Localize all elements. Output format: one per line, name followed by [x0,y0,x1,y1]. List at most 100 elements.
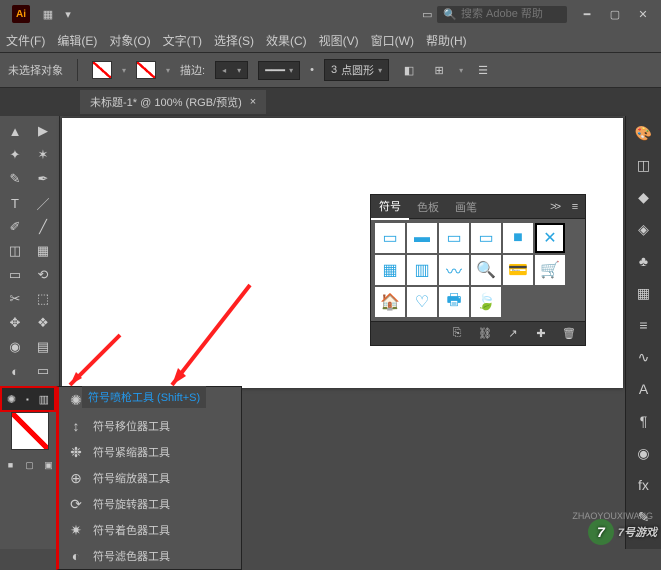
menu-select[interactable]: 选择(S) [214,32,254,49]
panel-icon[interactable]: ∿ [631,344,657,370]
tool-button[interactable]: ✂ [2,288,28,310]
tool-button[interactable]: ▶ [30,120,56,142]
panel-icon[interactable]: ≡ [631,312,657,338]
tool-button[interactable]: ▲ [2,120,28,142]
symbol-item[interactable]: 🖶 [439,287,469,317]
tool-button[interactable]: ✶ [30,144,56,166]
symbol-item[interactable]: ▭ [439,223,469,253]
close-button[interactable]: ✕ [629,3,657,25]
brush-def[interactable]: ━━━ ▾ [258,61,300,80]
tool-button[interactable]: ◉ [2,336,28,358]
menu-view[interactable]: 视图(V) [319,32,359,49]
panel-icon[interactable]: fx [631,472,657,498]
opacity-icon[interactable]: ◧ [399,60,419,80]
symbol-item[interactable]: ▦ [375,255,405,285]
tool-button[interactable]: ❖ [30,312,56,334]
tool-button[interactable]: ╱ [30,216,56,238]
symbol-item[interactable]: 💳 [503,255,533,285]
bridge-icon[interactable]: ▦ [38,4,58,24]
tool-button[interactable]: ▭ [2,264,28,286]
tool-button[interactable]: ⬚ [30,288,56,310]
symbol-item[interactable]: 🔍 [471,255,501,285]
panel-expand-icon[interactable]: >> [544,201,565,213]
panel-icon[interactable]: ▦ [631,280,657,306]
symbol-item[interactable]: ♡ [407,287,437,317]
menu-help[interactable]: 帮助(H) [426,32,467,49]
symbol-item[interactable]: ▥ [407,255,437,285]
panel-footer-icon[interactable]: ✚ [531,324,551,344]
panel-icon[interactable]: ◫ [631,152,657,178]
search-input[interactable] [461,8,561,20]
tool-button[interactable]: ▤ [30,336,56,358]
align-icon[interactable]: ⊞ [429,60,449,80]
panel-icon[interactable]: A [631,376,657,402]
panel-footer-icon[interactable]: ↗ [503,324,523,344]
search-box[interactable]: 🔍 [437,6,567,23]
symbol-item[interactable]: 🛒 [535,255,565,285]
fill-stroke-swatch[interactable] [11,412,49,450]
flyout-item[interactable]: ⊕符号缩放器工具 [59,465,241,491]
symbol-item[interactable]: 🏠 [375,287,405,317]
tool-button[interactable]: ▦ [30,240,56,262]
tab-swatches[interactable]: 色板 [409,195,447,219]
panel-footer-icon[interactable]: 🗑 [559,324,579,344]
tool-button[interactable]: ✎ [2,168,28,190]
symbol-item[interactable]: ▭ [471,223,501,253]
panel-icon[interactable]: ◈ [631,216,657,242]
stroke-profile[interactable]: 3 点圆形 ▾ [324,59,389,81]
more-icon[interactable]: ☰ [473,60,493,80]
menu-object[interactable]: 对象(O) [109,32,150,49]
tool-button[interactable]: ✒ [30,168,56,190]
tab-close-icon[interactable]: × [250,96,256,108]
tool-button[interactable]: ◫ [2,240,28,262]
tool-button[interactable]: T [2,192,28,214]
panel-icon[interactable]: ♣ [631,248,657,274]
maximize-button[interactable]: ▢ [601,3,629,25]
fill-swatch[interactable] [92,61,112,79]
panel-menu-icon[interactable]: ≡ [565,197,585,217]
color-mode-button[interactable]: ■ [2,454,19,476]
symbol-item[interactable]: ■ [503,223,533,253]
color-mode-button[interactable]: ▣ [40,454,57,476]
flyout-item[interactable]: ↕符号移位器工具 [59,413,241,439]
doc-layout-icon[interactable]: ▭ [417,4,437,24]
menu-edit[interactable]: 编辑(E) [57,32,97,49]
tool-button[interactable]: ✐ [2,216,28,238]
symbol-item[interactable]: 🍃 [471,287,501,317]
panel-icon[interactable]: 🎨 [631,120,657,146]
tab-symbols[interactable]: 符号 [371,194,409,220]
tab-brushes[interactable]: 画笔 [447,195,485,219]
panel-footer-icon[interactable]: ⎘ [447,324,467,344]
tool-button[interactable]: ✥ [2,312,28,334]
tool-button[interactable]: ／ [30,192,56,214]
symbol-item[interactable]: ▬ [407,223,437,253]
panel-footer-icon[interactable]: ⛓ [475,324,495,344]
symbol-item[interactable]: ✕ [535,223,565,253]
tool-button[interactable]: ⟲ [30,264,56,286]
panel-icon[interactable]: ◆ [631,184,657,210]
panel-icon[interactable]: ¶ [631,408,657,434]
flyout-item[interactable]: ◐符号滤色器工具 [59,543,241,569]
minimize-button[interactable]: ━ [573,3,601,25]
arrange-icon[interactable]: ▾ [58,4,78,24]
flyout-item[interactable]: ⟳符号旋转器工具 [59,491,241,517]
tool-button[interactable]: ✦ [2,144,28,166]
menu-effect[interactable]: 效果(C) [266,32,307,49]
menu-window[interactable]: 窗口(W) [371,32,414,49]
menu-type[interactable]: 文字(T) [163,32,202,49]
color-mode-button[interactable]: ▢ [21,454,38,476]
symbol-item[interactable]: 〰 [439,255,469,285]
flyout-label: 符号着色器工具 [93,522,170,538]
stroke-weight[interactable]: ◂ ▾ [215,61,248,79]
tool-button[interactable]: ◐ [2,360,28,382]
symbol-item[interactable]: ▭ [375,223,405,253]
flyout-item[interactable]: ❉符号紧缩器工具 [59,439,241,465]
flyout-item[interactable]: ✷符号着色器工具 [59,517,241,543]
document-tab[interactable]: 未标题-1* @ 100% (RGB/预览) × [80,90,266,114]
stroke-label: 描边: [180,62,205,78]
stroke-swatch[interactable] [136,61,156,79]
tool-button[interactable]: ▭ [30,360,56,382]
menu-file[interactable]: 文件(F) [6,32,45,49]
symbol-tool-active[interactable]: ✺ ▪ ▥ [0,386,56,412]
panel-icon[interactable]: ◉ [631,440,657,466]
